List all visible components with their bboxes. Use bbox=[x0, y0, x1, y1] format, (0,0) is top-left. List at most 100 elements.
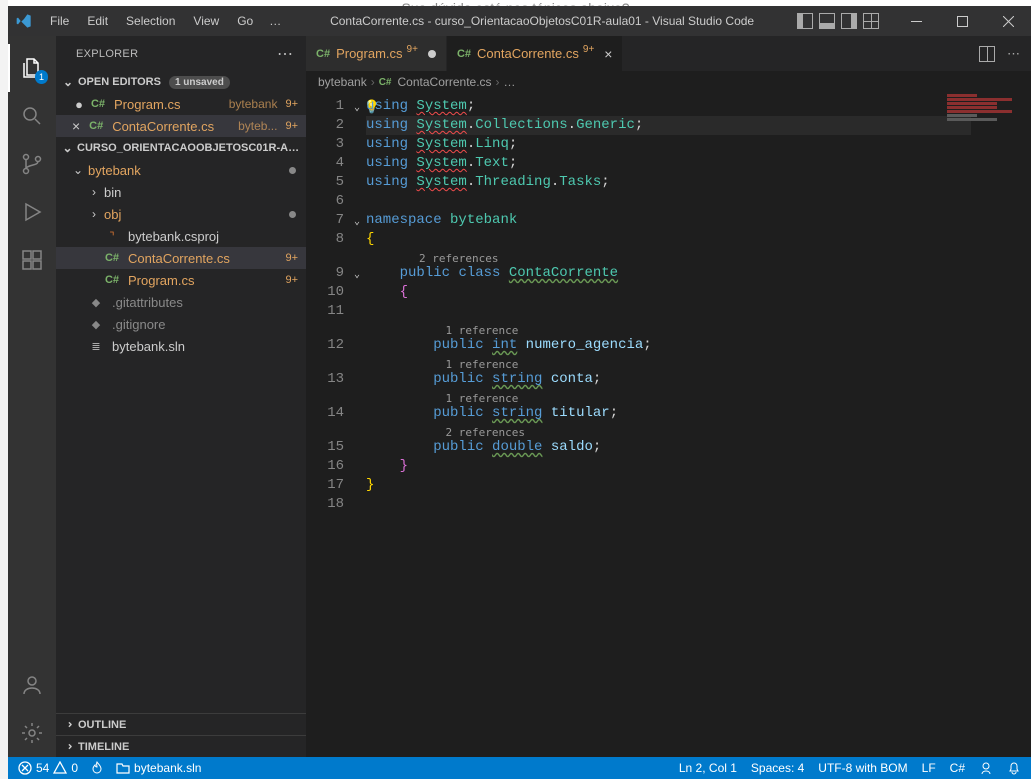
menu-go[interactable]: Go bbox=[229, 10, 261, 32]
minimap[interactable] bbox=[947, 93, 1017, 133]
close-editor-icon[interactable]: × bbox=[72, 118, 80, 134]
code-line[interactable]: public int numero_agencia; bbox=[366, 336, 971, 355]
more-actions-icon[interactable]: ⋯ bbox=[1007, 46, 1021, 62]
activity-extensions[interactable] bbox=[8, 236, 56, 284]
editor-area: C# Program.cs 9+ C# ContaCorrente.cs 9+ … bbox=[306, 36, 1031, 757]
menu-selection[interactable]: Selection bbox=[118, 10, 183, 32]
tab-name: ContaCorrente.cs bbox=[477, 46, 579, 61]
menu-more[interactable]: … bbox=[263, 10, 287, 32]
status-feedback[interactable] bbox=[979, 761, 993, 775]
code-line[interactable] bbox=[366, 302, 971, 321]
editor-tabs: C# Program.cs 9+ C# ContaCorrente.cs 9+ … bbox=[306, 36, 1031, 71]
menu-view[interactable]: View bbox=[185, 10, 227, 32]
activity-accounts[interactable] bbox=[8, 661, 56, 709]
tree-folder[interactable]: ⌄bytebank bbox=[56, 159, 306, 181]
status-encoding[interactable]: UTF-8 with BOM bbox=[818, 761, 907, 775]
activity-source-control[interactable] bbox=[8, 140, 56, 188]
code-line[interactable]: { bbox=[366, 283, 971, 302]
close-tab-icon[interactable]: × bbox=[604, 46, 612, 62]
chevron-right-icon: ⌄ bbox=[62, 741, 75, 753]
vscode-logo-icon bbox=[16, 13, 32, 29]
sidebar-more-icon[interactable]: ⋯ bbox=[277, 44, 294, 64]
tree-file[interactable]: ⌝bytebank.csproj bbox=[56, 225, 306, 247]
open-editors-section[interactable]: ⌄ OPEN EDITORS 1 unsaved bbox=[56, 71, 306, 93]
customize-layout-icon[interactable] bbox=[863, 13, 879, 29]
csharp-icon: C# bbox=[104, 252, 120, 264]
file-name: Program.cs bbox=[114, 97, 221, 112]
crumb-file[interactable]: ContaCorrente.cs bbox=[398, 75, 492, 89]
status-indentation[interactable]: Spaces: 4 bbox=[751, 761, 804, 775]
split-editor-icon[interactable] bbox=[979, 46, 995, 62]
tree-file[interactable]: ◆.gitignore bbox=[56, 313, 306, 335]
close-button[interactable] bbox=[985, 6, 1031, 36]
activity-settings[interactable] bbox=[8, 709, 56, 757]
vertical-scrollbar[interactable] bbox=[1017, 93, 1031, 757]
status-language[interactable]: C# bbox=[950, 761, 965, 775]
codelens[interactable]: 2 references bbox=[366, 423, 971, 438]
code-line[interactable]: using System.Collections.Generic; bbox=[366, 116, 971, 135]
editor-tab[interactable]: C# Program.cs 9+ bbox=[306, 36, 447, 71]
minimize-button[interactable] bbox=[893, 6, 939, 36]
status-solution[interactable]: bytebank.sln bbox=[116, 761, 201, 775]
item-label: .gitattributes bbox=[112, 295, 298, 310]
tree-file[interactable]: C#ContaCorrente.cs9+ bbox=[56, 247, 306, 269]
toggle-secondary-sidebar-icon[interactable] bbox=[841, 13, 857, 29]
tree-folder[interactable]: ›bin bbox=[56, 181, 306, 203]
chevron-right-icon: › bbox=[88, 207, 100, 221]
open-editor-item[interactable]: × C# ContaCorrente.cs byteb... 9+ bbox=[56, 115, 306, 137]
status-notifications[interactable] bbox=[1007, 761, 1021, 775]
code-line[interactable]: using System.Linq; bbox=[366, 135, 971, 154]
code-line[interactable]: { bbox=[366, 230, 971, 249]
toggle-primary-sidebar-icon[interactable] bbox=[797, 13, 813, 29]
chevron-down-icon: ⌄ bbox=[62, 75, 74, 89]
code-line[interactable]: namespace bytebank bbox=[366, 211, 971, 230]
code-line[interactable] bbox=[366, 495, 971, 514]
csharp-icon: C# bbox=[88, 120, 104, 132]
activity-explorer[interactable]: 1 bbox=[8, 44, 56, 92]
code-content[interactable]: using System;using System.Collections.Ge… bbox=[366, 97, 971, 514]
codelens[interactable]: 2 references bbox=[366, 249, 971, 264]
open-editor-item[interactable]: ● C# Program.cs bytebank 9+ bbox=[56, 93, 306, 115]
toggle-panel-icon[interactable] bbox=[819, 13, 835, 29]
crumb-tail: … bbox=[504, 75, 516, 89]
code-line[interactable]: } bbox=[366, 457, 971, 476]
code-line[interactable]: public string titular; bbox=[366, 404, 971, 423]
line-gutter: 1⌄💡234567⌄89⌄101112131415161718 bbox=[306, 93, 362, 757]
problems-badge: 9+ bbox=[285, 274, 298, 286]
warning-icon bbox=[53, 761, 67, 775]
menu-edit[interactable]: Edit bbox=[79, 10, 116, 32]
code-line[interactable]: using System.Text; bbox=[366, 154, 971, 173]
editor-tab[interactable]: C# ContaCorrente.cs 9+ × bbox=[447, 36, 624, 71]
status-cursor-position[interactable]: Ln 2, Col 1 bbox=[679, 761, 737, 775]
code-line[interactable]: public string conta; bbox=[366, 370, 971, 389]
status-problems[interactable]: 54 0 bbox=[18, 761, 78, 775]
code-line[interactable]: } bbox=[366, 476, 971, 495]
maximize-button[interactable] bbox=[939, 6, 985, 36]
timeline-section[interactable]: ⌄ TIMELINE bbox=[56, 735, 306, 757]
code-editor[interactable]: 1⌄💡234567⌄89⌄101112131415161718 using Sy… bbox=[306, 93, 1031, 757]
activity-run-debug[interactable] bbox=[8, 188, 56, 236]
timeline-label: TIMELINE bbox=[78, 741, 129, 753]
tree-file[interactable]: C#Program.cs9+ bbox=[56, 269, 306, 291]
crumb-root[interactable]: bytebank bbox=[318, 75, 367, 89]
status-eol[interactable]: LF bbox=[922, 761, 936, 775]
breadcrumb[interactable]: bytebank › C# ContaCorrente.cs › … bbox=[306, 71, 1031, 93]
code-line[interactable]: using System.Threading.Tasks; bbox=[366, 173, 971, 192]
tree-file[interactable]: ◆.gitattributes bbox=[56, 291, 306, 313]
code-line[interactable]: public double saldo; bbox=[366, 438, 971, 457]
codelens[interactable]: 1 reference bbox=[366, 389, 971, 404]
menu-bar: File Edit Selection View Go … bbox=[42, 10, 287, 32]
codelens[interactable]: 1 reference bbox=[366, 355, 971, 370]
tree-folder[interactable]: ›obj bbox=[56, 203, 306, 225]
code-line[interactable]: public class ContaCorrente bbox=[366, 264, 971, 283]
workspace-section[interactable]: ⌄ CURSO_ORIENTACAOOBJETOSC01R-AULA... bbox=[56, 137, 306, 159]
menu-file[interactable]: File bbox=[42, 10, 77, 32]
activity-search[interactable] bbox=[8, 92, 56, 140]
code-line[interactable] bbox=[366, 192, 971, 211]
code-line[interactable]: using System; bbox=[366, 97, 971, 116]
tree-file[interactable]: ≣bytebank.sln bbox=[56, 335, 306, 357]
problems-badge: 9+ bbox=[285, 98, 298, 110]
status-live-server[interactable] bbox=[90, 761, 104, 775]
codelens[interactable]: 1 reference bbox=[366, 321, 971, 336]
outline-section[interactable]: ⌄ OUTLINE bbox=[56, 713, 306, 735]
